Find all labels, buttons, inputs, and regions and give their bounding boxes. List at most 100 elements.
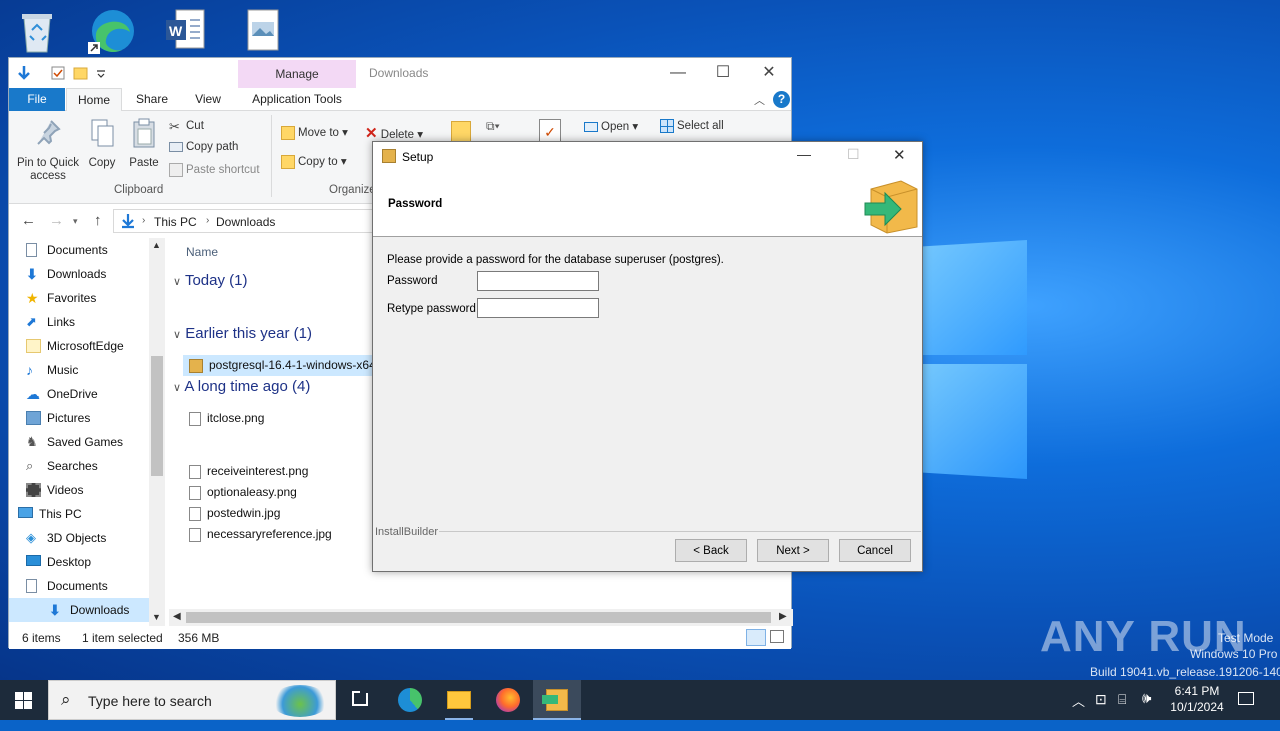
back-arrow-icon[interactable]: ← — [21, 212, 36, 229]
tab-view[interactable]: View — [185, 88, 231, 111]
music-icon: ♪ — [26, 362, 33, 378]
cancel-button[interactable]: Cancel — [839, 539, 911, 562]
up-arrow-icon[interactable]: ↑ — [94, 212, 102, 229]
maximize-button[interactable]: ☐ — [701, 62, 745, 84]
scroll-right-icon[interactable]: ▶ — [779, 611, 787, 622]
search-icon: ⌕ — [61, 690, 71, 709]
forward-arrow-icon[interactable]: → — [49, 212, 64, 229]
nav-item-microsoftedge[interactable]: MicrosoftEdge — [26, 334, 165, 358]
link-icon: ⬈ — [26, 314, 37, 329]
taskbar-file-explorer-icon[interactable] — [435, 680, 483, 720]
nav-item-desktop[interactable]: Desktop — [26, 550, 165, 574]
scroll-up-icon[interactable]: ▲ — [152, 240, 161, 250]
nav-item-searches[interactable]: ⌕ Searches — [26, 454, 165, 478]
nav-item-downloads-pc[interactable]: ⬇ Downloads — [9, 598, 149, 622]
scroll-left-icon[interactable]: ◀ — [173, 611, 181, 622]
down-arrow-icon[interactable] — [16, 65, 32, 81]
paste-button[interactable]: Paste — [127, 117, 161, 170]
breadcrumb-this-pc[interactable]: This PC — [154, 215, 197, 229]
setup-minimize-button[interactable]: — — [797, 146, 811, 162]
new-item-icon[interactable]: ⧉▾ — [486, 119, 500, 134]
customize-qat-icon[interactable] — [93, 65, 109, 81]
word-document-icon[interactable]: W — [162, 6, 212, 56]
ribbon-tabs: File Home Share View Application Tools ︿… — [9, 88, 791, 112]
list-item-postgresql-installer[interactable]: postgresql-16.4-1-windows-x64 — [183, 355, 373, 376]
nav-item-documents[interactable]: Documents — [26, 238, 165, 262]
nav-item-saved-games[interactable]: ♞ Saved Games — [26, 430, 165, 454]
tab-share[interactable]: Share — [129, 88, 175, 111]
nav-item-3d-objects[interactable]: ◈ 3D Objects — [26, 526, 165, 550]
close-button[interactable]: ✕ — [747, 62, 791, 84]
recent-locations-icon[interactable]: ▾ — [73, 216, 78, 227]
tab-application-tools[interactable]: Application Tools — [238, 88, 356, 111]
paste-shortcut-button[interactable]: Paste shortcut — [169, 163, 260, 177]
move-to-button[interactable]: Move to ▾ — [281, 125, 348, 140]
nav-item-pictures[interactable]: Pictures — [26, 406, 165, 430]
nav-item-downloads[interactable]: ⬇ Downloads — [26, 262, 165, 286]
breadcrumb-downloads[interactable]: Downloads — [216, 215, 275, 229]
retype-password-field[interactable] — [477, 298, 599, 318]
windows-start-icon[interactable] — [15, 692, 32, 709]
recycle-bin-icon[interactable] — [12, 6, 62, 56]
clock[interactable]: 6:41 PM 10/1/2024 — [1162, 680, 1232, 720]
large-icons-view-icon[interactable] — [770, 630, 784, 643]
list-item-postedwin[interactable]: postedwin.jpg — [183, 503, 373, 524]
taskbar-search-box[interactable]: ⌕ Type here to search — [48, 680, 336, 720]
image-file-icon — [189, 464, 201, 479]
delete-button[interactable]: ✕ Delete ▾ — [365, 124, 423, 142]
task-view-icon[interactable] — [336, 680, 384, 720]
group-header-long-time-ago[interactable]: ∨ A long time ago (4) — [173, 378, 310, 395]
ethernet-icon[interactable]: ⌸ — [1118, 691, 1126, 731]
list-item-receiveinterest[interactable]: receiveinterest.png — [183, 461, 373, 482]
taskbar-setup-icon[interactable] — [533, 680, 581, 720]
cut-button[interactable]: ✂ Cut — [169, 119, 204, 134]
taskbar-edge-icon[interactable] — [386, 680, 434, 720]
nav-item-documents-pc[interactable]: Documents — [26, 574, 165, 598]
group-header-today[interactable]: ∨ Today (1) — [173, 272, 248, 289]
group-header-earlier-this-year[interactable]: ∨ Earlier this year (1) — [173, 325, 312, 342]
nav-item-onedrive[interactable]: ☁ OneDrive — [26, 382, 165, 406]
next-button[interactable]: Next > — [757, 539, 829, 562]
navpane-scrollbar[interactable]: ▲ ▼ — [149, 238, 165, 626]
new-folder-icon[interactable] — [73, 65, 89, 81]
help-icon[interactable]: ? — [773, 91, 790, 108]
back-button[interactable]: < Back — [675, 539, 747, 562]
list-item-optionaleasy[interactable]: optionaleasy.png — [183, 482, 373, 503]
copy-to-button[interactable]: Copy to ▾ — [281, 154, 347, 169]
copy-path-button[interactable]: Copy path — [169, 141, 238, 153]
tab-home[interactable]: Home — [66, 88, 122, 112]
breadcrumb-separator: › — [142, 215, 146, 226]
column-header-name[interactable]: Name — [186, 245, 218, 259]
volume-icon[interactable]: 🕪 — [1142, 690, 1151, 730]
password-field[interactable] — [477, 271, 599, 291]
nav-item-videos[interactable]: Videos — [26, 478, 165, 502]
copy-button[interactable]: Copy — [85, 117, 119, 170]
minimize-button[interactable]: — — [656, 62, 700, 84]
pin-quick-access-button[interactable]: Pin to Quick access — [15, 117, 81, 183]
nav-item-links[interactable]: ⬈ Links — [26, 310, 165, 334]
list-item-necessaryreference[interactable]: necessaryreference.jpg — [183, 524, 373, 545]
taskbar-firefox-icon[interactable] — [484, 680, 532, 720]
list-item-itclose[interactable]: itclose.png — [183, 408, 373, 429]
scroll-thumb[interactable] — [151, 356, 163, 476]
scroll-down-icon[interactable]: ▼ — [152, 612, 161, 622]
horizontal-scrollbar[interactable]: ◀ ▶ — [169, 609, 793, 626]
image-file-icon[interactable] — [238, 6, 288, 56]
open-button[interactable]: Open ▾ — [584, 119, 638, 133]
network-status-icon[interactable]: ⊡ — [1095, 691, 1107, 731]
setup-close-button[interactable]: ✕ — [893, 146, 906, 164]
nav-item-favorites[interactable]: ★ Favorites — [26, 286, 165, 310]
nav-item-music[interactable]: ♪ Music — [26, 358, 165, 382]
collapse-ribbon-icon[interactable]: ︿ — [754, 92, 765, 108]
manage-contextual-tab[interactable]: Manage — [238, 60, 356, 88]
hscroll-thumb[interactable] — [186, 612, 771, 623]
show-hidden-icons[interactable]: ︿ — [1072, 691, 1085, 731]
select-all-button[interactable]: Select all — [660, 119, 724, 133]
notification-center-icon[interactable] — [1238, 689, 1256, 729]
edge-icon[interactable] — [86, 6, 136, 56]
tab-file[interactable]: File — [9, 88, 65, 111]
properties-icon[interactable] — [50, 65, 66, 81]
address-field[interactable]: › This PC › Downloads — [113, 209, 375, 233]
nav-item-this-pc[interactable]: This PC — [18, 502, 157, 526]
details-view-icon[interactable] — [746, 629, 766, 646]
